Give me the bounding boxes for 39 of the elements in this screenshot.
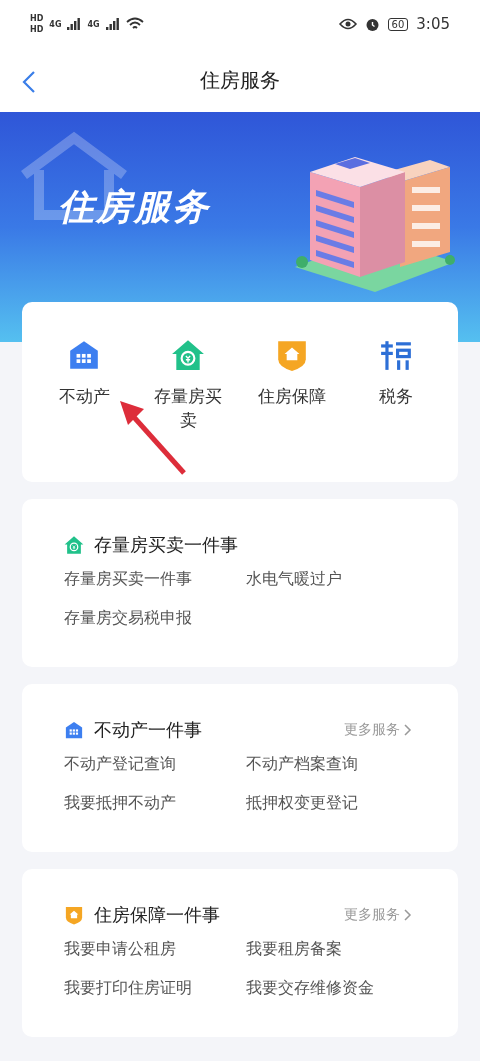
chevron-right-icon: [404, 909, 412, 921]
building-icon: [64, 720, 84, 740]
sim-label: HD: [30, 14, 44, 23]
tax-icon: [379, 338, 413, 372]
signal-icon: [67, 18, 82, 30]
section-title: 不动产一件事: [94, 718, 203, 742]
chevron-right-icon: [404, 724, 412, 736]
quick-link[interactable]: 不动产: [32, 338, 136, 408]
shield-icon: [64, 905, 84, 925]
service-link[interactable]: 不动产档案查询: [246, 754, 438, 775]
alarm-icon: [364, 16, 380, 32]
network-label: 4G: [49, 19, 62, 29]
service-link[interactable]: 存量房买卖一件事: [64, 569, 246, 590]
quick-link[interactable]: 税务: [344, 338, 448, 408]
house-icon: [171, 338, 205, 372]
service-link[interactable]: 我要申请公租房: [64, 939, 246, 960]
network-label: 4G: [87, 19, 100, 29]
clock-time: 3:05: [416, 15, 450, 33]
quick-link[interactable]: 住房保障: [240, 338, 344, 408]
page-title: 住房服务: [200, 66, 280, 94]
banner-title: 住房服务: [58, 184, 210, 229]
battery-level: 60: [387, 17, 409, 31]
service-link[interactable]: 我要租房备案: [246, 939, 438, 960]
service-link[interactable]: 我要抵押不动产: [64, 793, 246, 814]
service-link[interactable]: 存量房交易税申报: [64, 608, 246, 629]
eye-icon: [338, 18, 357, 30]
section-title: 存量房买卖一件事: [94, 533, 239, 557]
service-link[interactable]: 我要打印住房证明: [64, 978, 246, 999]
shield-icon: [275, 338, 309, 372]
wifi-icon: [125, 17, 144, 31]
service-link[interactable]: 不动产登记查询: [64, 754, 246, 775]
section-title: 住房保障一件事: [94, 903, 221, 927]
signal-icon: [105, 18, 120, 30]
house-icon: [64, 535, 84, 555]
service-link[interactable]: 我要交存维修资金: [246, 978, 438, 999]
quick-link[interactable]: 存量房买卖: [136, 338, 240, 432]
service-link[interactable]: 水电气暖过户: [246, 569, 438, 590]
service-link[interactable]: 抵押权变更登记: [246, 793, 438, 814]
sim-label: HD: [30, 25, 44, 34]
